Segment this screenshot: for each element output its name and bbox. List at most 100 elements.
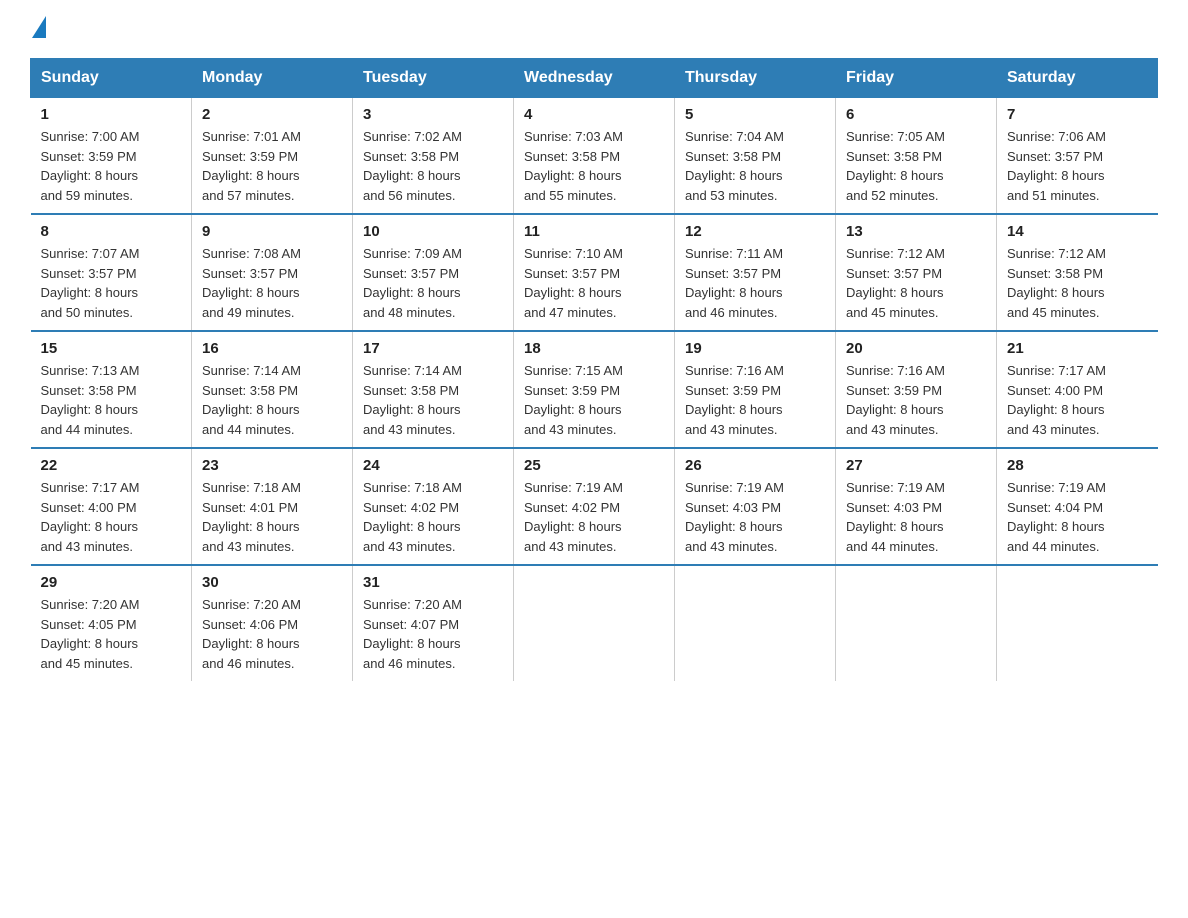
- day-info: Sunrise: 7:19 AMSunset: 4:02 PMDaylight:…: [524, 478, 664, 556]
- calendar-cell: 10Sunrise: 7:09 AMSunset: 3:57 PMDayligh…: [353, 214, 514, 331]
- calendar-cell: 23Sunrise: 7:18 AMSunset: 4:01 PMDayligh…: [192, 448, 353, 565]
- calendar-cell: 2 Sunrise: 7:01 AMSunset: 3:59 PMDaylight…: [192, 98, 353, 215]
- day-number: 16: [202, 340, 342, 357]
- day-info: Sunrise: 7:20 AMSunset: 4:07 PMDaylight:…: [363, 595, 503, 673]
- calendar-cell: 6Sunrise: 7:05 AMSunset: 3:58 PMDaylight…: [836, 98, 997, 215]
- calendar-cell: 14Sunrise: 7:12 AMSunset: 3:58 PMDayligh…: [997, 214, 1158, 331]
- day-number: 30: [202, 574, 342, 591]
- day-info: Sunrise: 7:09 AMSunset: 3:57 PMDaylight:…: [363, 244, 503, 322]
- day-info: Sunrise: 7:17 AMSunset: 4:00 PMDaylight:…: [1007, 361, 1148, 439]
- day-number: 22: [41, 457, 182, 474]
- header-wednesday: Wednesday: [514, 59, 675, 98]
- header-sunday: Sunday: [31, 59, 192, 98]
- calendar-week-row: 15 Sunrise: 7:13 AMSunset: 3:58 PMDayligh…: [31, 331, 1158, 448]
- day-number: 19: [685, 340, 825, 357]
- day-info: Sunrise: 7:18 AMSunset: 4:01 PMDaylight:…: [202, 478, 342, 556]
- day-number: 12: [685, 223, 825, 240]
- calendar-cell: [997, 565, 1158, 681]
- day-number: 28: [1007, 457, 1148, 474]
- calendar-header-row: SundayMondayTuesdayWednesdayThursdayFrid…: [31, 59, 1158, 98]
- day-info: Sunrise: 7:14 AMSunset: 3:58 PMDaylight:…: [363, 361, 503, 439]
- calendar-cell: 30 Sunrise: 7:20 AMSunset: 4:06 PMDayligh…: [192, 565, 353, 681]
- header-tuesday: Tuesday: [353, 59, 514, 98]
- calendar-cell: [514, 565, 675, 681]
- calendar-cell: 25 Sunrise: 7:19 AMSunset: 4:02 PMDayligh…: [514, 448, 675, 565]
- day-number: 21: [1007, 340, 1148, 357]
- day-info: Sunrise: 7:12 AMSunset: 3:57 PMDaylight:…: [846, 244, 986, 322]
- day-number: 14: [1007, 223, 1148, 240]
- day-info: Sunrise: 7:16 AMSunset: 3:59 PMDaylight:…: [685, 361, 825, 439]
- calendar-cell: 9 Sunrise: 7:08 AMSunset: 3:57 PMDaylight…: [192, 214, 353, 331]
- header-friday: Friday: [836, 59, 997, 98]
- day-info: Sunrise: 7:00 AMSunset: 3:59 PMDaylight:…: [41, 127, 182, 205]
- calendar-cell: 19 Sunrise: 7:16 AMSunset: 3:59 PMDayligh…: [675, 331, 836, 448]
- day-info: Sunrise: 7:20 AMSunset: 4:06 PMDaylight:…: [202, 595, 342, 673]
- calendar-cell: 29 Sunrise: 7:20 AMSunset: 4:05 PMDayligh…: [31, 565, 192, 681]
- day-info: Sunrise: 7:18 AMSunset: 4:02 PMDaylight:…: [363, 478, 503, 556]
- day-number: 2: [202, 106, 342, 123]
- day-number: 29: [41, 574, 182, 591]
- day-number: 24: [363, 457, 503, 474]
- day-info: Sunrise: 7:19 AMSunset: 4:03 PMDaylight:…: [846, 478, 986, 556]
- day-number: 17: [363, 340, 503, 357]
- calendar-cell: 16 Sunrise: 7:14 AMSunset: 3:58 PMDayligh…: [192, 331, 353, 448]
- day-number: 31: [363, 574, 503, 591]
- calendar-cell: 8Sunrise: 7:07 AMSunset: 3:57 PMDaylight…: [31, 214, 192, 331]
- logo: [30, 20, 46, 38]
- day-info: Sunrise: 7:13 AMSunset: 3:58 PMDaylight:…: [41, 361, 182, 439]
- day-info: Sunrise: 7:04 AMSunset: 3:58 PMDaylight:…: [685, 127, 825, 205]
- calendar-week-row: 8Sunrise: 7:07 AMSunset: 3:57 PMDaylight…: [31, 214, 1158, 331]
- calendar-week-row: 22Sunrise: 7:17 AMSunset: 4:00 PMDayligh…: [31, 448, 1158, 565]
- calendar-cell: 1 Sunrise: 7:00 AMSunset: 3:59 PMDaylight…: [31, 98, 192, 215]
- day-number: 9: [202, 223, 342, 240]
- calendar-cell: 28 Sunrise: 7:19 AMSunset: 4:04 PMDayligh…: [997, 448, 1158, 565]
- page-header: [30, 20, 1158, 38]
- calendar-table: SundayMondayTuesdayWednesdayThursdayFrid…: [30, 58, 1158, 681]
- day-number: 27: [846, 457, 986, 474]
- day-info: Sunrise: 7:15 AMSunset: 3:59 PMDaylight:…: [524, 361, 664, 439]
- calendar-cell: 27 Sunrise: 7:19 AMSunset: 4:03 PMDayligh…: [836, 448, 997, 565]
- day-info: Sunrise: 7:08 AMSunset: 3:57 PMDaylight:…: [202, 244, 342, 322]
- calendar-cell: 11Sunrise: 7:10 AMSunset: 3:57 PMDayligh…: [514, 214, 675, 331]
- day-number: 18: [524, 340, 664, 357]
- day-number: 3: [363, 106, 503, 123]
- header-saturday: Saturday: [997, 59, 1158, 98]
- logo-triangle-icon: [32, 16, 46, 38]
- header-monday: Monday: [192, 59, 353, 98]
- day-number: 15: [41, 340, 182, 357]
- day-number: 25: [524, 457, 664, 474]
- day-info: Sunrise: 7:01 AMSunset: 3:59 PMDaylight:…: [202, 127, 342, 205]
- day-info: Sunrise: 7:11 AMSunset: 3:57 PMDaylight:…: [685, 244, 825, 322]
- calendar-cell: 12 Sunrise: 7:11 AMSunset: 3:57 PMDayligh…: [675, 214, 836, 331]
- day-number: 7: [1007, 106, 1148, 123]
- calendar-cell: 7 Sunrise: 7:06 AMSunset: 3:57 PMDaylight…: [997, 98, 1158, 215]
- calendar-cell: 31 Sunrise: 7:20 AMSunset: 4:07 PMDayligh…: [353, 565, 514, 681]
- calendar-cell: 20 Sunrise: 7:16 AMSunset: 3:59 PMDayligh…: [836, 331, 997, 448]
- calendar-cell: 22Sunrise: 7:17 AMSunset: 4:00 PMDayligh…: [31, 448, 192, 565]
- day-info: Sunrise: 7:14 AMSunset: 3:58 PMDaylight:…: [202, 361, 342, 439]
- calendar-week-row: 1 Sunrise: 7:00 AMSunset: 3:59 PMDaylight…: [31, 98, 1158, 215]
- day-info: Sunrise: 7:06 AMSunset: 3:57 PMDaylight:…: [1007, 127, 1148, 205]
- day-number: 11: [524, 223, 664, 240]
- calendar-cell: [675, 565, 836, 681]
- day-info: Sunrise: 7:20 AMSunset: 4:05 PMDaylight:…: [41, 595, 182, 673]
- day-info: Sunrise: 7:16 AMSunset: 3:59 PMDaylight:…: [846, 361, 986, 439]
- day-number: 1: [41, 106, 182, 123]
- calendar-cell: 3Sunrise: 7:02 AMSunset: 3:58 PMDaylight…: [353, 98, 514, 215]
- calendar-cell: 15 Sunrise: 7:13 AMSunset: 3:58 PMDayligh…: [31, 331, 192, 448]
- day-number: 8: [41, 223, 182, 240]
- day-info: Sunrise: 7:19 AMSunset: 4:03 PMDaylight:…: [685, 478, 825, 556]
- day-number: 20: [846, 340, 986, 357]
- day-number: 13: [846, 223, 986, 240]
- day-number: 4: [524, 106, 664, 123]
- day-number: 26: [685, 457, 825, 474]
- calendar-cell: [836, 565, 997, 681]
- header-thursday: Thursday: [675, 59, 836, 98]
- calendar-cell: 24 Sunrise: 7:18 AMSunset: 4:02 PMDayligh…: [353, 448, 514, 565]
- calendar-cell: 5 Sunrise: 7:04 AMSunset: 3:58 PMDaylight…: [675, 98, 836, 215]
- day-number: 5: [685, 106, 825, 123]
- day-info: Sunrise: 7:19 AMSunset: 4:04 PMDaylight:…: [1007, 478, 1148, 556]
- calendar-cell: 18 Sunrise: 7:15 AMSunset: 3:59 PMDayligh…: [514, 331, 675, 448]
- calendar-cell: 4Sunrise: 7:03 AMSunset: 3:58 PMDaylight…: [514, 98, 675, 215]
- day-number: 6: [846, 106, 986, 123]
